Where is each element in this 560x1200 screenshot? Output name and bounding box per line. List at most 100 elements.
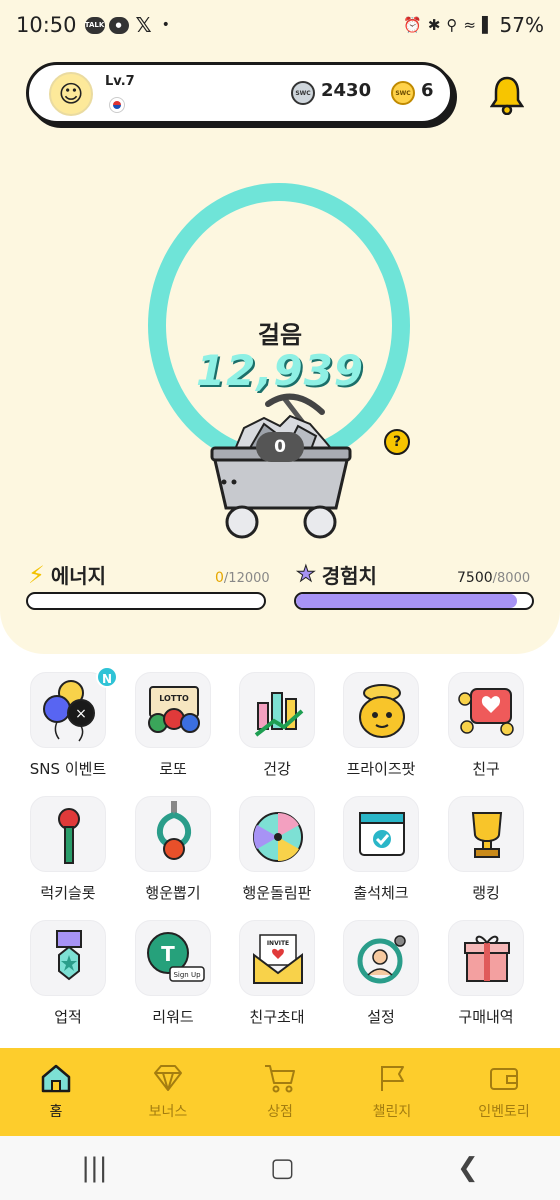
bluetooth-icon: ✱ xyxy=(427,16,441,34)
menu-health[interactable]: 건강 xyxy=(227,672,327,779)
tab-shop[interactable]: 상점 xyxy=(224,1048,336,1136)
menu-label: 럭키슬롯 xyxy=(40,884,96,902)
menu-lucky-slot[interactable]: 럭키슬롯 xyxy=(18,796,118,903)
claw-machine-icon xyxy=(135,796,211,872)
sns-balloons-icon: × xyxy=(30,672,106,748)
system-nav-bar: ||| ▢ ❮ xyxy=(0,1136,560,1200)
alarm-icon: ⏰ xyxy=(403,16,422,34)
tab-label: 홈 xyxy=(49,1104,63,1120)
menu-label: SNS 이벤트 xyxy=(29,760,107,778)
bottom-tab-bar: 홈 보너스 상점 챌린지 인벤토리 xyxy=(0,1048,560,1136)
tab-home[interactable]: 홈 xyxy=(0,1048,112,1136)
menu-label: 업적 xyxy=(54,1008,82,1026)
tab-challenge[interactable]: 챌린지 xyxy=(336,1048,448,1136)
prize-pot-icon xyxy=(343,672,419,748)
new-badge: N xyxy=(96,666,118,688)
tab-label: 상점 xyxy=(267,1104,293,1120)
recent-apps-icon[interactable]: ||| xyxy=(81,1153,107,1183)
settings-profile-icon xyxy=(343,920,419,996)
tab-inventory[interactable]: 인벤토리 xyxy=(448,1048,560,1136)
wifi-icon: ≈ xyxy=(463,16,476,34)
level-label: Lv.7 xyxy=(105,74,135,89)
wallet-icon xyxy=(490,1068,518,1090)
home-icon xyxy=(41,1064,71,1093)
menu-label: 랭킹 xyxy=(472,884,500,902)
energy-label: 에너지 xyxy=(50,564,107,588)
status-time: 10:50 xyxy=(16,13,77,37)
menu-friends[interactable]: 친구 xyxy=(436,672,536,779)
status-bar: 10:50 TALK ● 𝕏 • ⏰ ✱ ⚲ ≈ ▌ 57% xyxy=(0,0,560,50)
star-icon: ★ xyxy=(296,562,317,588)
menu-rewards[interactable]: T Sign Up 리워드 xyxy=(123,920,223,1027)
svg-text:T: T xyxy=(161,942,175,966)
silver-coin-icon: SWC xyxy=(291,81,315,105)
lightning-icon: ⚡ xyxy=(28,560,45,589)
back-icon[interactable]: ❮ xyxy=(457,1153,479,1183)
experience-label: 경험치 xyxy=(321,564,377,588)
steps-count: 12,939 xyxy=(195,346,365,395)
menu-prize-pot[interactable]: 프라이즈팟 xyxy=(331,672,431,779)
energy-value: 0/12000 xyxy=(215,570,270,586)
home-nav-icon[interactable]: ▢ xyxy=(270,1153,295,1183)
wheel-icon xyxy=(239,796,315,872)
friends-icon xyxy=(448,672,524,748)
kakaotalk-icon: TALK xyxy=(84,16,105,34)
lotto-icon: LOTTO xyxy=(135,672,211,748)
flag-icon xyxy=(381,1066,404,1091)
menu-achievements[interactable]: 업적 xyxy=(18,920,118,1027)
experience-value: 7500/8000 xyxy=(457,570,530,586)
slot-lever-icon xyxy=(30,796,106,872)
cart-icon xyxy=(265,1065,295,1093)
mine-cart-icon[interactable] xyxy=(206,390,356,542)
menu-lucky-draw[interactable]: 행운뽑기 xyxy=(123,796,223,903)
messenger-icon: ● xyxy=(108,16,129,34)
menu-label: 행운돌림판 xyxy=(242,884,312,902)
gold-coin-icon: SWC xyxy=(391,81,415,105)
menu-lotto[interactable]: LOTTO 로또 xyxy=(123,672,223,779)
invite-envelope-icon: INVITE xyxy=(239,920,315,996)
menu-lucky-wheel[interactable]: 행운돌림판 xyxy=(227,796,327,903)
calendar-check-icon xyxy=(343,796,419,872)
menu-label: 행운뽑기 xyxy=(145,884,201,902)
cart-count: 0 xyxy=(256,432,304,462)
avatar[interactable]: ☺ xyxy=(49,72,93,116)
menu-invite-friends[interactable]: INVITE 친구초대 xyxy=(227,920,327,1027)
experience-title: ★ 경험치 xyxy=(296,560,377,589)
home-header: ☺ Lv.7 SWC 2430 SWC 6 걸음 12,939 0 ? ⚡ 에너… xyxy=(0,50,560,654)
menu-label: 리워드 xyxy=(152,1008,194,1026)
menu-label: 로또 xyxy=(159,760,187,778)
tab-label: 보너스 xyxy=(148,1104,188,1120)
invite-text: INVITE xyxy=(267,940,289,947)
menu-attendance[interactable]: 출석체크 xyxy=(331,796,431,903)
gift-box-icon xyxy=(448,920,524,996)
svg-text:×: × xyxy=(75,706,87,722)
tab-label: 인벤토리 xyxy=(478,1104,530,1120)
profile-card[interactable]: ☺ Lv.7 SWC 2430 SWC 6 xyxy=(26,62,453,124)
steps-label: 걸음 xyxy=(257,321,303,349)
menu-label: 프라이즈팟 xyxy=(346,760,416,778)
reward-signup-icon: T Sign Up xyxy=(135,920,211,996)
more-notifications-icon: • xyxy=(161,17,170,33)
signup-text: Sign Up xyxy=(173,971,201,979)
help-button[interactable]: ? xyxy=(384,429,410,455)
menu-label: 출석체크 xyxy=(353,884,409,902)
x-app-icon: 𝕏 xyxy=(135,13,152,37)
menu-ranking[interactable]: 랭킹 xyxy=(436,796,536,903)
diamond-icon xyxy=(154,1065,182,1091)
energy-current: 0 xyxy=(215,570,224,586)
lotto-text: LOTTO xyxy=(159,694,189,703)
experience-bar-fill xyxy=(296,594,518,608)
menu-settings[interactable]: 설정 xyxy=(331,920,431,1027)
medal-icon xyxy=(30,920,106,996)
energy-title: ⚡ 에너지 xyxy=(28,560,106,589)
menu-sns-event[interactable]: N × SNS 이벤트 xyxy=(18,666,118,779)
experience-max: /8000 xyxy=(492,571,531,586)
battery-percent: 57% xyxy=(499,13,544,37)
menu-label: 구매내역 xyxy=(458,1008,514,1026)
trophy-icon xyxy=(448,796,524,872)
korea-flag-icon xyxy=(109,97,125,113)
menu-purchase-history[interactable]: 구매내역 xyxy=(436,920,536,1027)
bell-icon[interactable] xyxy=(490,75,524,115)
silver-coin-balance: 2430 xyxy=(321,80,372,101)
tab-bonus[interactable]: 보너스 xyxy=(112,1048,224,1136)
